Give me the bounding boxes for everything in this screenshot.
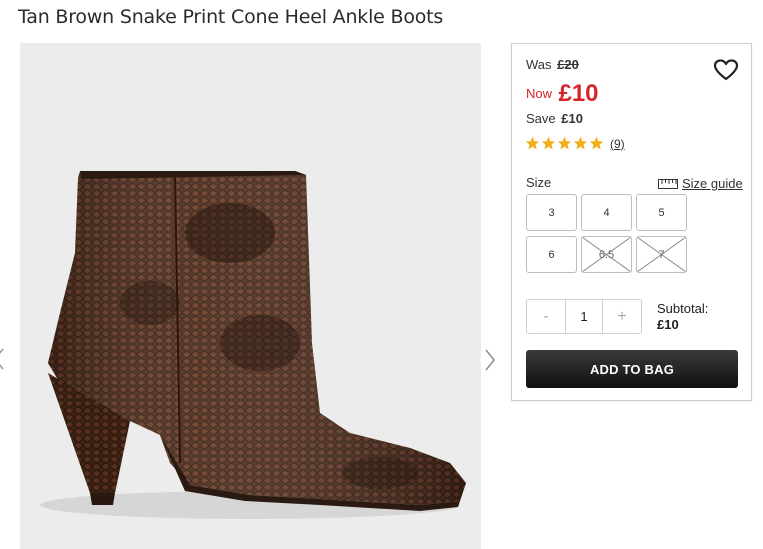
next-image-button[interactable] — [484, 348, 496, 377]
size-option-label: 3 — [548, 206, 555, 219]
star-icon — [541, 136, 556, 150]
was-amount: £20 — [557, 57, 579, 72]
size-option-6[interactable]: 6 — [526, 236, 577, 273]
chevron-left-icon — [0, 348, 4, 370]
heart-icon — [713, 59, 739, 81]
star-icon — [525, 136, 540, 150]
size-option-label: 5 — [658, 206, 665, 219]
product-image[interactable] — [20, 43, 481, 549]
quantity-input[interactable]: 1 — [565, 300, 603, 333]
purchase-panel: Was £20 Now £10 Save £10 (9) Size Size g… — [511, 43, 752, 401]
quantity-stepper: - 1 + — [526, 299, 642, 334]
size-option-label: 6.5 — [598, 248, 615, 261]
size-guide-label: Size guide — [682, 176, 743, 191]
size-option-5[interactable]: 5 — [636, 194, 687, 231]
star-icon — [573, 136, 588, 150]
now-label: Now — [526, 86, 553, 101]
subtotal-amount: £10 — [657, 317, 679, 332]
size-option-label: 6 — [548, 248, 555, 261]
save-value: £10 — [561, 111, 583, 126]
star-icon — [589, 136, 604, 150]
size-guide-link[interactable]: Size guide — [658, 176, 743, 191]
size-label: Size — [526, 175, 552, 190]
quantity-decrease-button[interactable]: - — [527, 300, 565, 333]
review-count-link[interactable]: (9) — [610, 137, 625, 151]
size-option-label: 7 — [658, 248, 665, 261]
was-price: Was £20 — [526, 57, 579, 72]
was-label: Was — [526, 57, 552, 72]
save-amount: Save £10 — [526, 111, 583, 126]
subtotal: Subtotal: £10 — [657, 301, 708, 333]
now-price: Now £10 — [526, 80, 599, 108]
size-option-3[interactable]: 3 — [526, 194, 577, 231]
now-amount: £10 — [558, 80, 599, 107]
size-option-7-unavailable[interactable]: 7 — [636, 236, 687, 273]
subtotal-label: Subtotal: — [657, 301, 709, 316]
add-to-bag-button[interactable]: ADD TO BAG — [526, 350, 738, 388]
product-title: Tan Brown Snake Print Cone Heel Ankle Bo… — [18, 6, 444, 28]
quantity-increase-button[interactable]: + — [603, 300, 641, 333]
save-label: Save — [526, 111, 556, 126]
chevron-right-icon — [485, 349, 495, 371]
size-option-6-5-unavailable[interactable]: 6.5 — [581, 236, 632, 273]
rating: (9) — [525, 136, 625, 151]
star-icon — [557, 136, 572, 150]
previous-image-button[interactable] — [0, 348, 4, 376]
size-option-label: 4 — [603, 206, 610, 219]
wishlist-button[interactable] — [713, 58, 739, 82]
ruler-icon — [658, 178, 678, 189]
size-option-4[interactable]: 4 — [581, 194, 632, 231]
boot-image — [20, 43, 481, 549]
